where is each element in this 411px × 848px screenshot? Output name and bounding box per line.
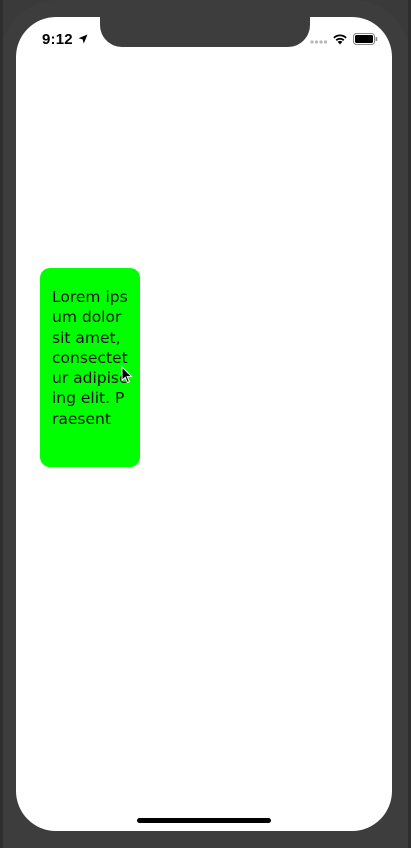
status-bar-time: 9:12: [42, 31, 73, 48]
phone-screen: 9:12 Lorem ipsum dolor sit amet, consect…: [16, 17, 392, 831]
card-text: Lorem ipsum dolor sit amet, consectetur …: [52, 288, 128, 428]
location-arrow-icon: [78, 34, 88, 44]
battery-icon: [353, 33, 378, 45]
device-bezel-left: [0, 0, 3, 848]
cellular-signal-icon: [310, 40, 328, 44]
device-notch: [100, 17, 310, 47]
phone-device-frame: 9:12 Lorem ipsum dolor sit amet, consect…: [0, 0, 411, 848]
wifi-icon: [333, 34, 347, 45]
home-indicator[interactable]: [137, 818, 271, 823]
arrow-cursor-icon: [121, 366, 133, 384]
